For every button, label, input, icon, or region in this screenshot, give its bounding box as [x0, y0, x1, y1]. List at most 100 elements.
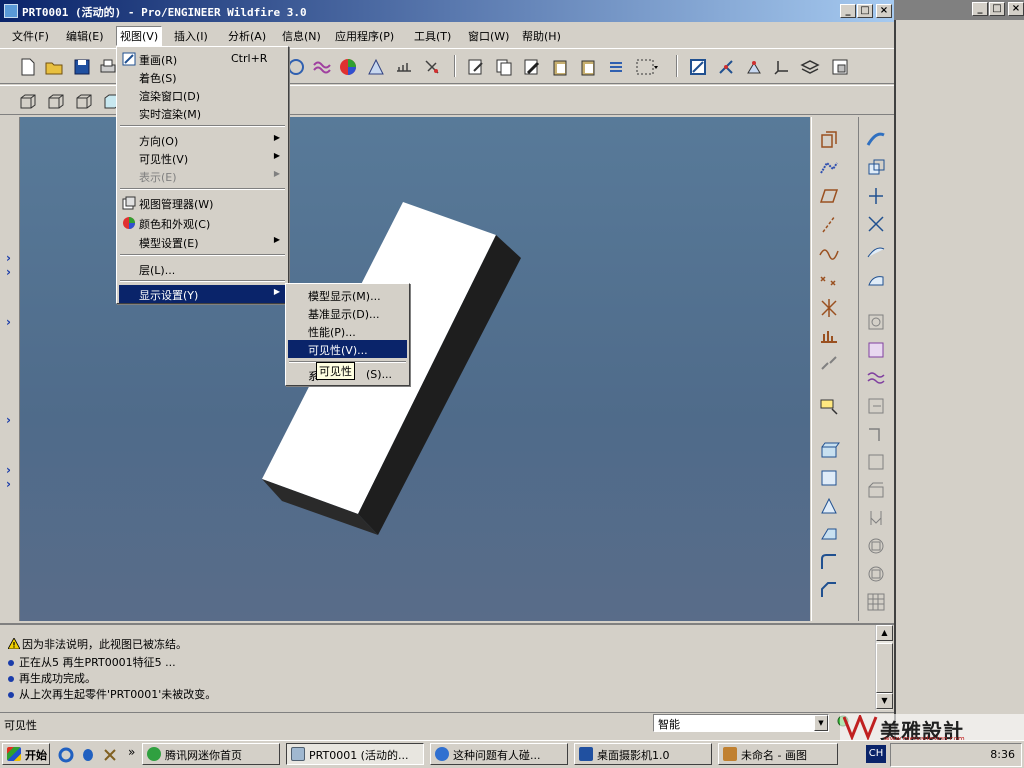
revolve-icon[interactable]: [818, 467, 840, 489]
scroll-down-icon[interactable]: ▼: [876, 693, 893, 709]
copy-icon[interactable]: [494, 57, 514, 77]
mirror-icon[interactable]: [865, 185, 887, 207]
menu-tools[interactable]: 工具(T): [414, 28, 451, 44]
curve-icon[interactable]: [818, 241, 840, 263]
sweep-icon[interactable]: [818, 495, 840, 517]
menu-help[interactable]: 帮助(H): [522, 28, 561, 44]
wireframe-icon[interactable]: [18, 91, 38, 111]
shell-icon[interactable]: [865, 339, 887, 361]
taskbar-item-proe[interactable]: PRT0001 (活动的...: [286, 743, 424, 765]
copy-geometry-icon[interactable]: [865, 157, 887, 179]
bg-minimize-button[interactable]: _: [972, 2, 988, 16]
close-button[interactable]: ×: [876, 4, 892, 18]
expand-chevron-icon[interactable]: ›: [6, 477, 11, 491]
quicklaunch-more-icon[interactable]: »: [128, 745, 135, 759]
paste-special-icon[interactable]: [578, 57, 598, 77]
chain-icon[interactable]: [818, 353, 840, 375]
menu-file[interactable]: 文件(F): [12, 28, 49, 44]
bg-close-button[interactable]: ×: [1008, 2, 1024, 16]
menu-info[interactable]: 信息(N): [282, 28, 321, 44]
qq-quicklaunch-icon[interactable]: [80, 747, 96, 763]
rib-icon[interactable]: [865, 367, 887, 389]
point-icon[interactable]: [818, 269, 840, 291]
datum-plane-icon[interactable]: [688, 57, 708, 77]
datum-display-icon[interactable]: [818, 129, 840, 151]
edit-definition-icon[interactable]: [522, 57, 542, 77]
taskbar-item-camera[interactable]: 桌面摄影机1.0: [574, 743, 712, 765]
menu-item-repaint[interactable]: 重画(R) Ctrl+R: [119, 50, 286, 68]
print-icon[interactable]: [98, 57, 118, 77]
grid-icon[interactable]: [865, 591, 887, 613]
datum-axis-icon[interactable]: [716, 57, 736, 77]
menu-item-realtime-render[interactable]: 实时渲染(M): [119, 104, 286, 122]
expand-chevron-icon[interactable]: ›: [6, 315, 11, 329]
blend-icon[interactable]: [818, 523, 840, 545]
sketch-triangle-icon[interactable]: [366, 57, 386, 77]
taskbar-item-forum[interactable]: 这种问题有人碰...: [430, 743, 568, 765]
expand-chevron-icon[interactable]: ›: [6, 251, 11, 265]
round-icon[interactable]: [818, 551, 840, 573]
pattern-feature-icon[interactable]: [865, 423, 887, 445]
sketch-tool-icon[interactable]: [818, 395, 840, 417]
model-tree-collapsed-strip[interactable]: › › › › › ›: [0, 117, 20, 621]
extend-icon[interactable]: [865, 269, 887, 291]
title-bar[interactable]: PRT0001 (活动的) - Pro/ENGINEER Wildfire 3.…: [0, 0, 894, 22]
minimize-button[interactable]: _: [840, 4, 856, 18]
pattern-icon[interactable]: [606, 57, 626, 77]
maximize-button[interactable]: □: [857, 4, 873, 18]
submenu-item-visibility[interactable]: 可见性(V)...: [288, 340, 407, 358]
ime-indicator[interactable]: CH: [866, 745, 886, 763]
plane-icon[interactable]: [818, 185, 840, 207]
draft-icon[interactable]: [865, 395, 887, 417]
menu-analysis[interactable]: 分析(A): [228, 28, 266, 44]
project-icon[interactable]: [865, 479, 887, 501]
save-icon[interactable]: [72, 57, 92, 77]
menu-view[interactable]: 视图(V): [116, 26, 163, 46]
offset-icon[interactable]: [865, 535, 887, 557]
dropdown-arrow-icon[interactable]: ▼: [814, 715, 828, 731]
chamfer-icon[interactable]: [818, 579, 840, 601]
paste-icon[interactable]: [550, 57, 570, 77]
coordinate-system-icon[interactable]: [772, 57, 792, 77]
ie-quicklaunch-icon[interactable]: [58, 747, 74, 763]
bg-restore-button[interactable]: □: [989, 2, 1005, 16]
menu-item-layers[interactable]: 层(L)...: [119, 260, 286, 278]
menu-item-render-window[interactable]: 渲染窗口(D): [119, 86, 286, 104]
group-icon[interactable]: [865, 451, 887, 473]
no-hidden-icon[interactable]: [74, 91, 94, 111]
scroll-thumb[interactable]: [876, 643, 893, 693]
start-button[interactable]: 开始: [2, 743, 50, 765]
surface-icon[interactable]: [865, 129, 887, 151]
expand-chevron-icon[interactable]: ›: [6, 265, 11, 279]
hole-icon[interactable]: [865, 311, 887, 333]
taskbar-item-browser[interactable]: 腾讯网迷你首页: [142, 743, 280, 765]
datum-point-icon[interactable]: [744, 57, 764, 77]
datum-point-display-icon[interactable]: [394, 57, 414, 77]
menu-item-display-settings[interactable]: 显示设置(Y) ▶: [119, 285, 286, 303]
model-tree-icon[interactable]: [830, 57, 850, 77]
message-scrollbar[interactable]: ▲ ▼: [875, 625, 893, 710]
menu-item-color-appearance[interactable]: 颜色和外观(C): [119, 214, 286, 232]
analysis-feature-icon[interactable]: [818, 325, 840, 347]
menu-item-model-setup[interactable]: 模型设置(E) ▶: [119, 233, 286, 251]
expand-chevron-icon[interactable]: ›: [6, 413, 11, 427]
taskbar-item-paint[interactable]: 未命名 - 画图: [718, 743, 838, 765]
trim-icon[interactable]: [865, 213, 887, 235]
layer-icon[interactable]: [800, 57, 820, 77]
color-appearance-icon[interactable]: [338, 57, 358, 77]
thicken-icon[interactable]: [865, 563, 887, 585]
submenu-item-performance[interactable]: 性能(P)...: [288, 322, 407, 340]
menu-item-visibility[interactable]: 可见性(V) ▶: [119, 149, 286, 167]
wrap-icon[interactable]: [865, 507, 887, 529]
menu-insert[interactable]: 插入(I): [174, 28, 208, 44]
hidden-line-icon[interactable]: [46, 91, 66, 111]
tool-quicklaunch-icon[interactable]: [102, 747, 118, 763]
regenerate-icon[interactable]: [466, 57, 486, 77]
submenu-item-model-display[interactable]: 模型显示(M)...: [288, 286, 407, 304]
new-file-icon[interactable]: [18, 57, 38, 77]
csys-icon[interactable]: [818, 297, 840, 319]
menu-edit[interactable]: 编辑(E): [66, 28, 104, 44]
menu-applications[interactable]: 应用程序(P): [335, 28, 394, 44]
menu-item-orientation[interactable]: 方向(O) ▶: [119, 131, 286, 149]
merge-icon[interactable]: [865, 241, 887, 263]
